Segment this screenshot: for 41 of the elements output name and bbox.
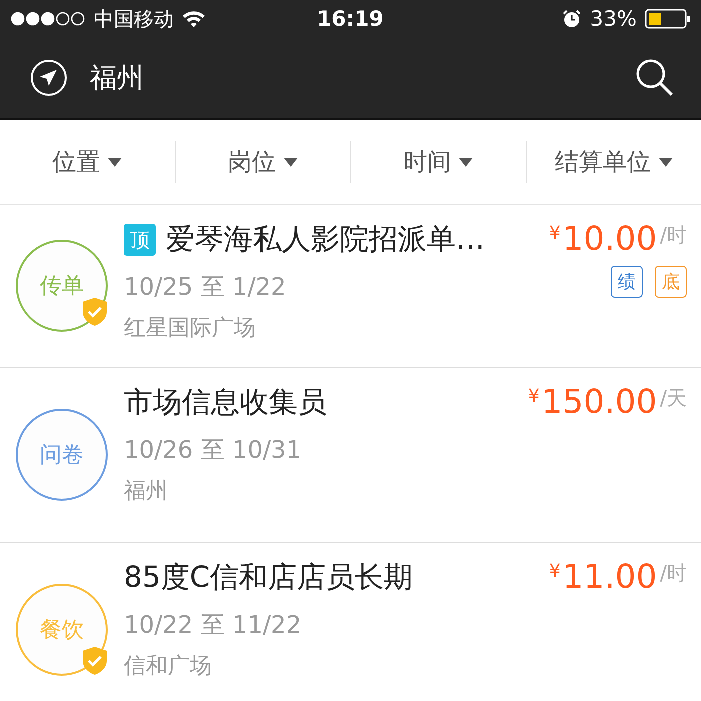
caret-icon — [284, 158, 298, 166]
pay-amount: 11.00 — [562, 557, 658, 596]
wifi-icon — [182, 10, 206, 28]
pay-amount: 150.00 — [542, 382, 658, 421]
job-dates: 10/22 至 11/22 — [124, 610, 303, 641]
category-badge: 餐饮 — [16, 584, 108, 676]
job-dates: 10/26 至 10/31 — [124, 435, 303, 466]
currency-symbol: ¥ — [528, 386, 540, 407]
category-badge: 传单 — [16, 240, 108, 332]
city-name[interactable]: 福州 — [90, 60, 635, 96]
filter-dropdown[interactable]: 岗位 — [176, 146, 350, 178]
caret-icon — [658, 158, 673, 166]
job-location: 福州 — [124, 478, 169, 506]
carrier-name: 中国移动 — [94, 6, 174, 32]
battery-percent: 33% — [590, 7, 637, 31]
job-location: 红星国际广场 — [124, 315, 257, 343]
clock-time: 16:19 — [317, 7, 384, 31]
filter-dropdown[interactable]: 结算单位 — [526, 146, 701, 178]
pay-amount: 10.00 — [562, 219, 658, 258]
pinned-badge: 顶 — [124, 224, 156, 256]
currency-symbol: ¥ — [549, 561, 561, 582]
caret-icon — [459, 158, 474, 166]
pay-unit: /天 — [660, 385, 687, 412]
job-title: 市场信息收集员 — [124, 384, 327, 421]
category-badge: 问卷 — [16, 409, 108, 501]
filter-dropdown[interactable]: 位置 — [0, 146, 174, 178]
job-dates: 10/25 至 1/22 — [124, 272, 288, 303]
job-title: 爱琴海私人影院招派单… — [166, 221, 485, 258]
search-icon[interactable] — [635, 58, 675, 98]
filter-dropdown[interactable]: 时间 — [351, 146, 526, 178]
signal-icon — [10, 11, 86, 27]
job-tag: 底 — [655, 266, 687, 298]
currency-symbol: ¥ — [549, 223, 561, 244]
job-location: 信和广场 — [124, 653, 213, 681]
job-title: 85度C信和店店员长期 — [124, 559, 414, 596]
battery-icon — [644, 9, 691, 29]
caret-icon — [108, 158, 122, 166]
alarm-icon — [562, 9, 582, 29]
job-tag: 绩 — [611, 266, 643, 298]
pay-unit: /时 — [660, 222, 687, 249]
pay-unit: /时 — [660, 560, 687, 587]
